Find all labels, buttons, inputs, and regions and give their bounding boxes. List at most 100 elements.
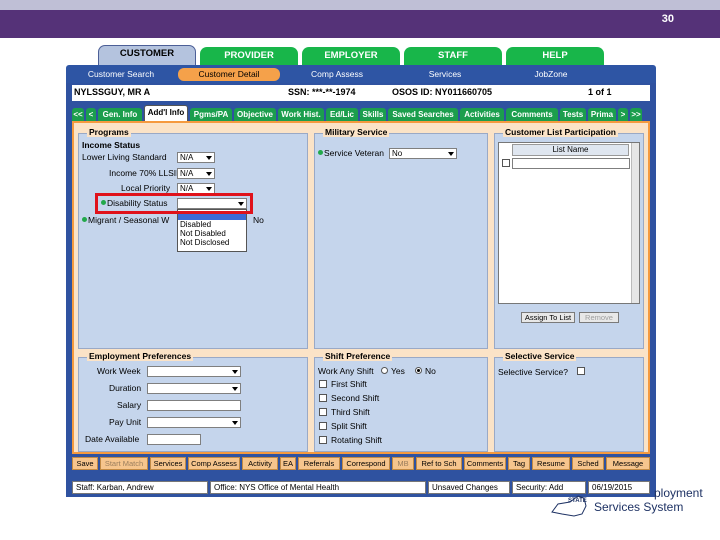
comments-button[interactable]: Comments — [464, 457, 506, 470]
subtab-customer-detail[interactable]: Customer Detail — [178, 68, 280, 81]
logo-line-2: Services System — [594, 500, 684, 514]
migrant-seasonal-value: No — [253, 215, 264, 225]
tab-activities[interactable]: Activities — [460, 108, 504, 121]
customer-osos-id: OSOS ID: NY011660705 — [392, 87, 493, 97]
list-row-checkbox[interactable] — [502, 159, 510, 167]
military-title: Military Service — [323, 127, 390, 137]
salary-input[interactable] — [147, 400, 241, 411]
selective-service-checkbox[interactable] — [577, 367, 585, 375]
rotating-shift-checkbox[interactable] — [319, 436, 327, 444]
work-any-shift-no-radio[interactable] — [415, 367, 422, 374]
tab-tests[interactable]: Tests — [560, 108, 586, 121]
osos-application: CUSTOMER PROVIDER EMPLOYER STAFF HELP Cu… — [66, 45, 656, 497]
third-shift-checkbox[interactable] — [319, 408, 327, 416]
ref-to-sch-button[interactable]: Ref to Sch — [416, 457, 462, 470]
tab-employer[interactable]: EMPLOYER — [302, 47, 400, 65]
tab-first-button[interactable]: << — [72, 108, 84, 121]
migrant-seasonal-label: Migrant / Seasonal W — [88, 215, 170, 225]
work-any-shift-no-label: No — [425, 366, 436, 376]
tab-gen-info[interactable]: Gen. Info — [98, 108, 142, 121]
employment-preferences-panel: Employment Preferences Work Week Duratio… — [78, 351, 308, 452]
tab-addl-info[interactable]: Add'l Info — [144, 105, 188, 121]
split-shift-checkbox[interactable] — [319, 422, 327, 430]
tab-primary[interactable]: Prima — [588, 108, 616, 121]
work-week-select[interactable] — [147, 366, 241, 377]
salary-label: Salary — [117, 400, 142, 410]
services-system-logo: STATE ployment Services System — [548, 480, 720, 520]
lower-living-select[interactable]: N/A — [177, 152, 215, 163]
action-button-bar: Save Start Match Services Comp Assess Ac… — [72, 457, 650, 471]
sched-button[interactable]: Sched — [572, 457, 604, 470]
tab-provider[interactable]: PROVIDER — [200, 47, 298, 65]
activity-button[interactable]: Activity — [242, 457, 278, 470]
disability-highlight-box — [95, 193, 253, 214]
customer-header: NYLSSGUY, MR A SSN: ***-**-1974 OSOS ID:… — [72, 85, 650, 101]
save-button[interactable]: Save — [72, 457, 98, 470]
chevron-down-icon — [206, 172, 212, 176]
disability-option-not-disabled[interactable]: Not Disabled — [180, 229, 244, 238]
chevron-down-icon — [448, 152, 454, 156]
income-llsil-select[interactable]: N/A — [177, 168, 215, 179]
chevron-down-icon — [232, 387, 238, 391]
remove-button[interactable]: Remove — [579, 312, 619, 323]
tab-next-button[interactable]: > — [618, 108, 628, 121]
second-shift-checkbox[interactable] — [319, 394, 327, 402]
selective-service-panel: Selective Service Selective Service? — [494, 351, 644, 452]
detail-shell: NYLSSGUY, MR A SSN: ***-**-1974 OSOS ID:… — [66, 83, 656, 497]
pay-unit-select[interactable] — [147, 417, 241, 428]
tag-button[interactable]: Tag — [508, 457, 530, 470]
employment-preferences-title: Employment Preferences — [87, 351, 194, 361]
resume-button[interactable]: Resume — [532, 457, 570, 470]
ea-button[interactable]: EA — [280, 457, 296, 470]
services-button[interactable]: Services — [150, 457, 186, 470]
referrals-button[interactable]: Referrals — [298, 457, 340, 470]
addl-info-content: Programs Income Status Lower Living Stan… — [72, 121, 650, 454]
customer-list-scrollbar[interactable] — [631, 143, 639, 303]
detail-tabs: << < Gen. Info Add'l Info Pgms/PA Object… — [72, 105, 650, 121]
subtab-services[interactable]: Services — [400, 68, 490, 81]
assign-to-list-button[interactable]: Assign To List — [521, 312, 575, 323]
tab-ed-lic[interactable]: Ed/Lic — [326, 108, 358, 121]
work-any-shift-yes-radio[interactable] — [381, 367, 388, 374]
programs-title: Programs — [87, 127, 131, 137]
subtab-comp-assess[interactable]: Comp Assess — [292, 68, 382, 81]
second-shift-label: Second Shift — [331, 393, 380, 403]
tab-staff[interactable]: STAFF — [404, 47, 502, 65]
list-name-cell[interactable] — [512, 158, 630, 169]
customer-list-table: List Name — [498, 142, 640, 304]
tab-help[interactable]: HELP — [506, 47, 604, 65]
tab-customer[interactable]: CUSTOMER — [98, 45, 196, 65]
tab-comments[interactable]: Comments — [506, 108, 558, 121]
slide-number: 30 — [661, 13, 674, 25]
first-shift-label: First Shift — [331, 379, 367, 389]
service-veteran-select[interactable]: No — [389, 148, 457, 159]
duration-select[interactable] — [147, 383, 241, 394]
subtab-customer-search[interactable]: Customer Search — [76, 68, 166, 81]
start-match-button[interactable]: Start Match — [100, 457, 148, 470]
tab-prev-button[interactable]: < — [86, 108, 96, 121]
tab-pgms-pa[interactable]: Pgms/PA — [190, 108, 232, 121]
chevron-down-icon — [206, 156, 212, 160]
status-unsaved-changes: Unsaved Changes — [428, 481, 510, 494]
tab-skills[interactable]: Skills — [360, 108, 386, 121]
shift-preference-panel: Shift Preference Work Any Shift Yes No F… — [314, 351, 488, 452]
disability-option-disabled[interactable]: Disabled — [180, 220, 244, 229]
tab-objective[interactable]: Objective — [234, 108, 276, 121]
first-shift-checkbox[interactable] — [319, 380, 327, 388]
tab-work-hist[interactable]: Work Hist. — [278, 108, 324, 121]
message-button[interactable]: Message — [606, 457, 650, 470]
mb-button[interactable]: MB — [392, 457, 414, 470]
disability-option-not-disclosed[interactable]: Not Disclosed — [180, 238, 244, 247]
logo-line-1: ployment — [654, 486, 703, 500]
comp-assess-button[interactable]: Comp Assess — [188, 457, 240, 470]
correspond-button[interactable]: Correspond — [342, 457, 390, 470]
record-page-count: 1 of 1 — [588, 87, 612, 97]
tab-last-button[interactable]: >> — [630, 108, 642, 121]
duration-label: Duration — [109, 383, 142, 393]
subtab-jobzone[interactable]: JobZone — [506, 68, 596, 81]
tab-saved-searches[interactable]: Saved Searches — [388, 108, 458, 121]
slide-header-band: 30 — [0, 0, 720, 38]
date-available-input[interactable] — [147, 434, 201, 445]
rotating-shift-label: Rotating Shift — [331, 435, 383, 445]
shift-preference-title: Shift Preference — [323, 351, 393, 361]
